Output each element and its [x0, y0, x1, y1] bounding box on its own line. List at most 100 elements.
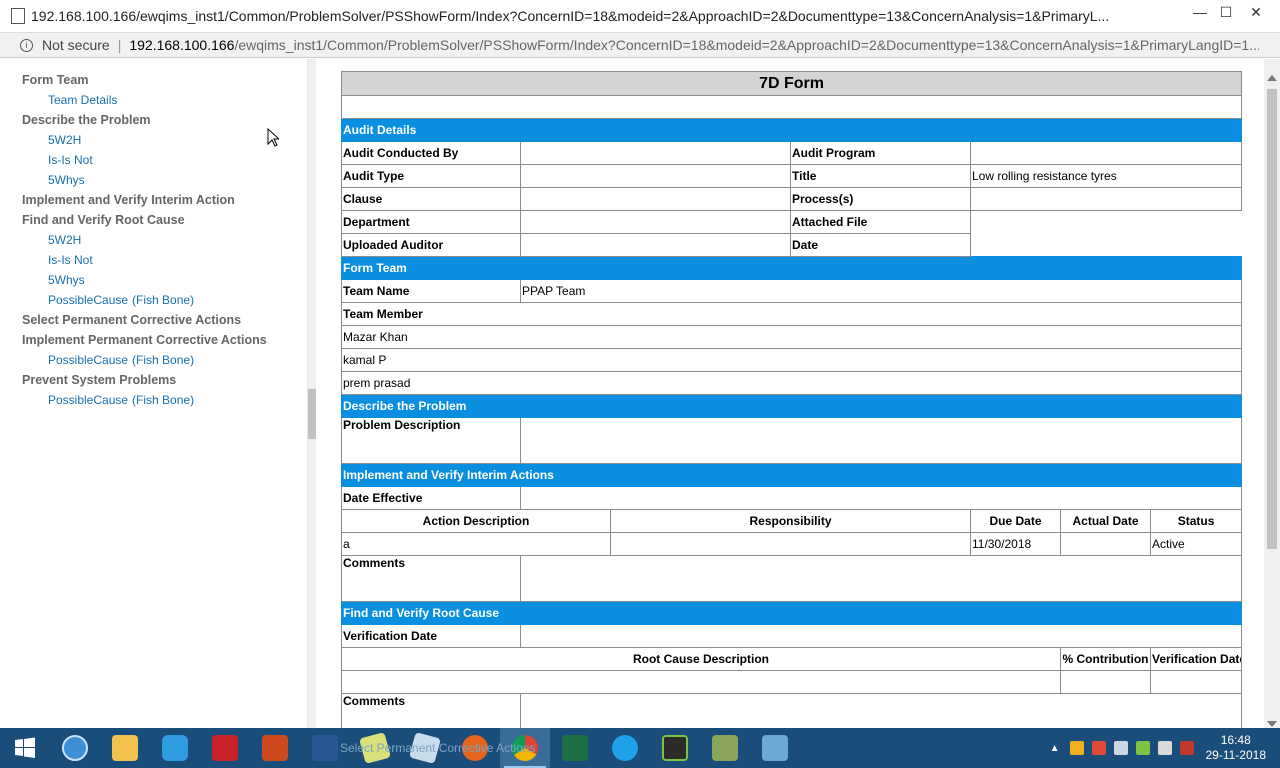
fish-bone-link[interactable]: (Fish Bone) — [132, 393, 194, 407]
sidebar-section-implement-permanent[interactable]: Implement Permanent Corrective Actions — [0, 331, 307, 351]
sidebar-item-impl-possible-cause[interactable]: PossibleCause (Fish Bone) — [0, 351, 307, 371]
sidebar-item-5whys[interactable]: 5Whys — [0, 171, 307, 191]
label-title: Title — [790, 164, 971, 188]
sidebar-section-root-cause[interactable]: Find and Verify Root Cause — [0, 211, 307, 231]
taskbar-ie[interactable] — [600, 728, 650, 768]
sidebar-item-root-5w2h[interactable]: 5W2H — [0, 231, 307, 251]
internet-explorer-icon — [612, 735, 638, 761]
minimize-button[interactable]: — — [1188, 4, 1212, 26]
sidebar-scroll-thumb[interactable] — [308, 389, 316, 439]
clock[interactable]: 16:48 29-11-2018 — [1206, 733, 1267, 763]
cell-root-cause-description — [341, 670, 1061, 694]
word-icon — [312, 735, 338, 761]
sidebar-section-prevent[interactable]: Prevent System Problems — [0, 371, 307, 391]
sidebar-item-prevent-possible-cause[interactable]: PossibleCause (Fish Bone) — [0, 391, 307, 411]
info-icon[interactable]: i — [20, 38, 33, 52]
value-verification-date — [519, 624, 1243, 648]
value-date-effective — [519, 486, 1243, 510]
fish-bone-link[interactable]: (Fish Bone) — [132, 353, 194, 367]
taskbar-app-red[interactable] — [200, 728, 250, 768]
fish-bone-link[interactable]: (Fish Bone) — [132, 293, 194, 307]
maximize-button[interactable]: ☐ — [1214, 4, 1238, 26]
system-tray: ▲ 16:48 29-11-2018 — [1050, 728, 1280, 768]
tray-expand-icon[interactable]: ▲ — [1050, 743, 1060, 754]
col-responsibility: Responsibility — [610, 509, 971, 533]
close-button[interactable]: ✕ — [1244, 4, 1268, 26]
possible-cause-link[interactable]: PossibleCause — [48, 293, 128, 307]
app-icon — [212, 735, 238, 761]
language-icon[interactable] — [1179, 741, 1194, 755]
value-department — [520, 210, 791, 234]
value-problem-description — [519, 417, 1243, 464]
sidebar-item-5w2h[interactable]: 5W2H — [0, 131, 307, 151]
mouse-cursor-icon — [267, 128, 279, 147]
network-icon[interactable] — [1113, 741, 1128, 755]
battery-icon[interactable] — [1135, 741, 1150, 755]
address-bar[interactable]: i Not secure | 192.168.100.166/ewqims_in… — [0, 32, 1280, 58]
taskbar-greenshot[interactable] — [650, 728, 700, 768]
shield-icon[interactable] — [1069, 741, 1084, 755]
sidebar-scrollbar[interactable] — [308, 59, 316, 729]
team-member-row: Mazar Khan — [340, 325, 1243, 349]
taskbar-powerpoint[interactable] — [250, 728, 300, 768]
cell-root-verification-date — [1149, 670, 1243, 694]
section-audit-details: Audit Details — [340, 118, 1243, 142]
table-row: a 11/30/2018 Active — [341, 532, 1243, 556]
col-actual-date: Actual Date — [1060, 509, 1151, 533]
value-date — [971, 234, 1242, 257]
sidebar-section-select-permanent[interactable]: Select Permanent Corrective Actions — [0, 311, 307, 331]
section-form-team: Form Team — [340, 256, 1243, 280]
value-audit-type — [520, 164, 791, 188]
col-status: Status — [1149, 509, 1243, 533]
sidebar-section-form-team[interactable]: Form Team — [0, 71, 307, 91]
value-attached-file — [971, 211, 1242, 234]
possible-cause-link[interactable]: PossibleCause — [48, 353, 128, 367]
sidebar-section-describe[interactable]: Describe the Problem — [0, 111, 307, 131]
flag-icon[interactable] — [1091, 741, 1106, 755]
sidebar-item-isisnot[interactable]: Is-Is Not — [0, 151, 307, 171]
taskbar-photos[interactable] — [750, 728, 800, 768]
section-interim-actions: Implement and Verify Interim Actions — [340, 463, 1243, 487]
sidebar-section-interim[interactable]: Implement and Verify Interim Action — [0, 191, 307, 211]
start-button[interactable] — [0, 728, 50, 768]
value-clause — [520, 187, 791, 211]
value-root-comments — [519, 693, 1243, 729]
page-scroll-thumb[interactable] — [1267, 89, 1277, 549]
label-verification-date: Verification Date — [341, 624, 521, 648]
taskbar-camera[interactable] — [150, 728, 200, 768]
window-titlebar: 192.168.100.166/ewqims_inst1/Common/Prob… — [0, 0, 1280, 32]
powerpoint-icon — [262, 735, 288, 761]
taskbar-explorer[interactable] — [100, 728, 150, 768]
section-describe-problem: Describe the Problem — [340, 394, 1243, 418]
label-root-comments: Comments — [341, 693, 521, 729]
url-text[interactable]: 192.168.100.166/ewqims_inst1/Common/Prob… — [129, 37, 1259, 53]
label-process: Process(s) — [790, 187, 971, 211]
address-separator: | — [117, 37, 122, 53]
label-date-effective: Date Effective — [341, 486, 521, 510]
col-root-verification-date: Verification Date — [1149, 647, 1243, 671]
sidebar-item-root-isisnot[interactable]: Is-Is Not — [0, 251, 307, 271]
sidebar-item-root-5whys[interactable]: 5Whys — [0, 271, 307, 291]
cell-responsibility — [610, 532, 971, 556]
taskbar-safari[interactable] — [50, 728, 100, 768]
not-secure-label: Not secure — [42, 37, 110, 53]
sidebar-item-root-possible-cause[interactable]: PossibleCause (Fish Bone) — [0, 291, 307, 311]
cell-due-date: 11/30/2018 — [970, 532, 1061, 556]
taskbar-excel[interactable] — [550, 728, 600, 768]
table-row — [341, 670, 1243, 694]
form-title: 7D Form — [340, 71, 1243, 96]
folder-icon — [112, 735, 138, 761]
label-interim-comments: Comments — [341, 555, 521, 602]
page-scrollbar[interactable] — [1264, 59, 1280, 729]
cell-contribution — [1060, 670, 1151, 694]
scroll-up-icon[interactable] — [1267, 75, 1277, 81]
label-problem-description: Problem Description — [341, 417, 521, 464]
volume-icon[interactable] — [1157, 741, 1172, 755]
sidebar-item-team-details[interactable]: Team Details — [0, 91, 307, 111]
scroll-down-icon[interactable] — [1267, 721, 1277, 727]
greenshot-icon — [662, 735, 688, 761]
label-team-name: Team Name — [341, 279, 521, 303]
possible-cause-link[interactable]: PossibleCause — [48, 393, 128, 407]
windows-logo-icon — [15, 737, 35, 758]
taskbar-tool[interactable] — [700, 728, 750, 768]
